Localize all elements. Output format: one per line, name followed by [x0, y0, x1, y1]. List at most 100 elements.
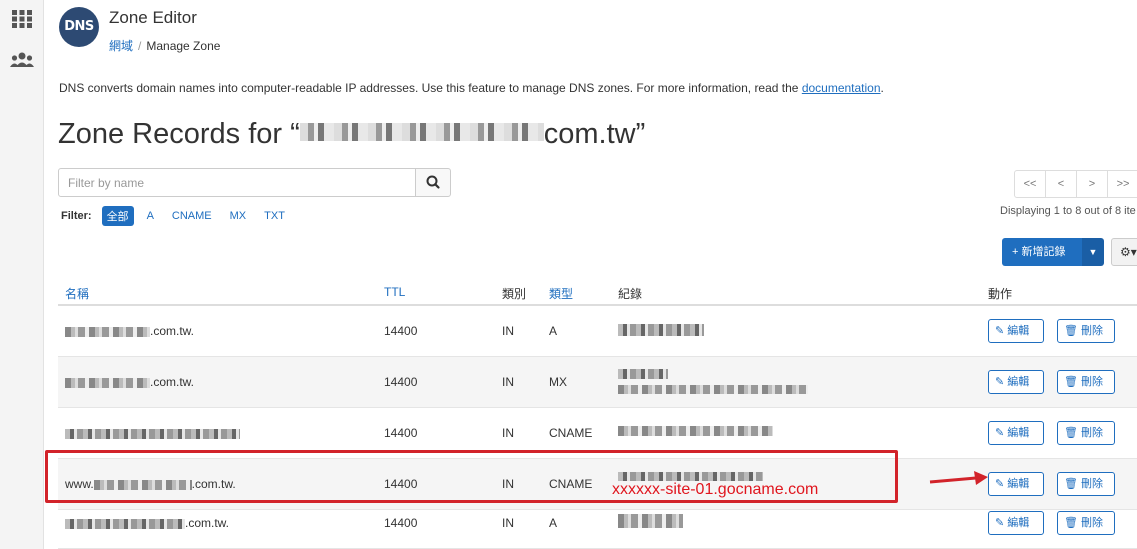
filter-chip-a[interactable]: A — [142, 208, 159, 224]
record-type: A — [549, 516, 558, 530]
filter-chip-cname[interactable]: CNAME — [167, 208, 217, 224]
delete-button[interactable]: 🗑 刪除 — [1057, 472, 1115, 496]
edit-button[interactable]: ✎ 編輯 — [988, 472, 1044, 496]
description-text: DNS converts domain names into computer-… — [59, 81, 802, 95]
table-row: .com.tw. 14400 IN MX ✎ 編輯 🗑 刪除 — [58, 357, 1137, 408]
first-page-button[interactable]: << — [1014, 170, 1046, 198]
edit-button[interactable]: ✎ 編輯 — [988, 511, 1044, 535]
settings-button[interactable]: ⚙▾ — [1111, 238, 1137, 266]
pencil-icon: ✎ — [995, 325, 1005, 337]
dns-logo: DNS — [59, 7, 99, 47]
search-icon — [426, 175, 440, 189]
record-name — [65, 426, 240, 440]
delete-button[interactable]: 🗑 刪除 — [1057, 421, 1115, 445]
record-name: .com.tw. — [65, 375, 194, 389]
table-row: .com.tw. 14400 IN A ✎ 編輯 🗑 刪除 — [58, 498, 1137, 549]
apps-grid-icon[interactable] — [9, 6, 35, 32]
record-type: A — [549, 324, 558, 338]
trash-icon: 🗑 — [1064, 325, 1078, 337]
description-tail: . — [880, 81, 884, 95]
users-icon[interactable] — [9, 48, 35, 74]
red-arrow-icon — [929, 471, 988, 485]
filter-chip-mx[interactable]: MX — [225, 208, 252, 224]
table-row: 14400 IN CNAME ✎ 編輯 🗑 刪除 — [58, 408, 1137, 459]
last-page-button[interactable]: >> — [1107, 170, 1137, 198]
breadcrumb-separator: / — [138, 39, 142, 53]
trash-icon: 🗑 — [1064, 478, 1078, 490]
record-ttl: 14400 — [384, 375, 418, 389]
left-sidebar — [0, 0, 44, 549]
redacted-record — [618, 426, 773, 436]
record-ttl: 14400 — [384, 477, 418, 491]
type-filter-bar: Filter: 全部 A CNAME MX TXT — [61, 206, 298, 226]
delete-button[interactable]: 🗑 刪除 — [1057, 511, 1115, 535]
trash-icon: 🗑 — [1064, 376, 1078, 388]
delete-button[interactable]: 🗑 刪除 — [1057, 319, 1115, 343]
table-header: 名稱 TTL 類別 類型 紀錄 動作 — [58, 280, 1137, 306]
record-class: IN — [502, 324, 514, 338]
redacted-record — [618, 514, 683, 528]
redacted-name — [65, 428, 240, 439]
filter-chip-all[interactable]: 全部 — [101, 206, 134, 226]
column-header-ttl[interactable]: TTL — [384, 285, 405, 299]
redacted-record — [618, 385, 808, 394]
breadcrumb-domains-link[interactable]: 網域 — [109, 39, 133, 53]
redacted-name — [65, 326, 150, 337]
column-header-actions: 動作 — [988, 287, 1013, 301]
record-name: .com.tw. — [65, 516, 229, 530]
record-type: CNAME — [549, 477, 593, 491]
zone-records-heading: Zone Records for “ com.tw” — [58, 118, 645, 151]
redacted-name — [65, 518, 185, 529]
prev-page-button[interactable]: < — [1045, 170, 1077, 198]
main-content: DNS Zone Editor 網域 / Manage Zone DNS conve… — [45, 0, 1137, 549]
filter-chip-txt[interactable]: TXT — [259, 208, 290, 224]
record-ttl: 14400 — [384, 324, 418, 338]
table-row: .com.tw. 14400 IN A ✎ 編輯 🗑 刪除 — [58, 306, 1137, 357]
pagination: << < > >> — [1014, 170, 1137, 198]
trash-icon: 🗑 — [1064, 427, 1078, 439]
column-header-record: 紀錄 — [618, 287, 643, 301]
filter-by-name-input[interactable] — [58, 168, 416, 197]
pencil-icon: ✎ — [995, 478, 1005, 490]
record-ttl: 14400 — [384, 516, 418, 530]
redacted-record — [618, 369, 668, 379]
redacted-domain — [299, 123, 544, 142]
search-button[interactable] — [415, 168, 451, 197]
pagination-info: Displaying 1 to 8 out of 8 ite — [1000, 205, 1136, 217]
annotation-text: xxxxxx-site-01.gocname.com — [612, 481, 819, 498]
redacted-name — [93, 479, 192, 490]
page-title: Zone Editor — [109, 8, 197, 27]
redacted-record — [618, 324, 704, 336]
pencil-icon: ✎ — [995, 427, 1005, 439]
zone-heading-prefix: Zone Records for “ — [58, 118, 300, 150]
pencil-icon: ✎ — [995, 517, 1005, 529]
documentation-link[interactable]: documentation — [802, 81, 881, 95]
record-class: IN — [502, 477, 514, 491]
column-header-class: 類別 — [502, 287, 527, 301]
record-name: www. .com.tw. — [65, 477, 236, 491]
add-record-dropdown-toggle[interactable]: ▼ — [1082, 238, 1104, 266]
zone-heading-suffix: com.tw” — [543, 118, 646, 150]
next-page-button[interactable]: > — [1076, 170, 1108, 198]
breadcrumb: 網域 / Manage Zone — [109, 37, 220, 54]
add-record-button[interactable]: + 新增記錄 — [1002, 238, 1082, 266]
record-class: IN — [502, 426, 514, 440]
filter-label: Filter: — [61, 210, 92, 222]
edit-button[interactable]: ✎ 編輯 — [988, 421, 1044, 445]
column-header-type[interactable]: 類型 — [549, 285, 573, 302]
edit-button[interactable]: ✎ 編輯 — [988, 370, 1044, 394]
record-class: IN — [502, 516, 514, 530]
redacted-name — [65, 377, 150, 388]
record-ttl: 14400 — [384, 426, 418, 440]
record-class: IN — [502, 375, 514, 389]
column-header-name[interactable]: 名稱 — [65, 285, 89, 302]
page-description: DNS converts domain names into computer-… — [59, 81, 884, 95]
redacted-record — [618, 472, 763, 481]
edit-button[interactable]: ✎ 編輯 — [988, 319, 1044, 343]
trash-icon: 🗑 — [1064, 517, 1078, 529]
record-name: .com.tw. — [65, 324, 194, 338]
breadcrumb-current: Manage Zone — [146, 39, 221, 53]
delete-button[interactable]: 🗑 刪除 — [1057, 370, 1115, 394]
pencil-icon: ✎ — [995, 376, 1005, 388]
gear-icon: ⚙▾ — [1120, 245, 1137, 259]
